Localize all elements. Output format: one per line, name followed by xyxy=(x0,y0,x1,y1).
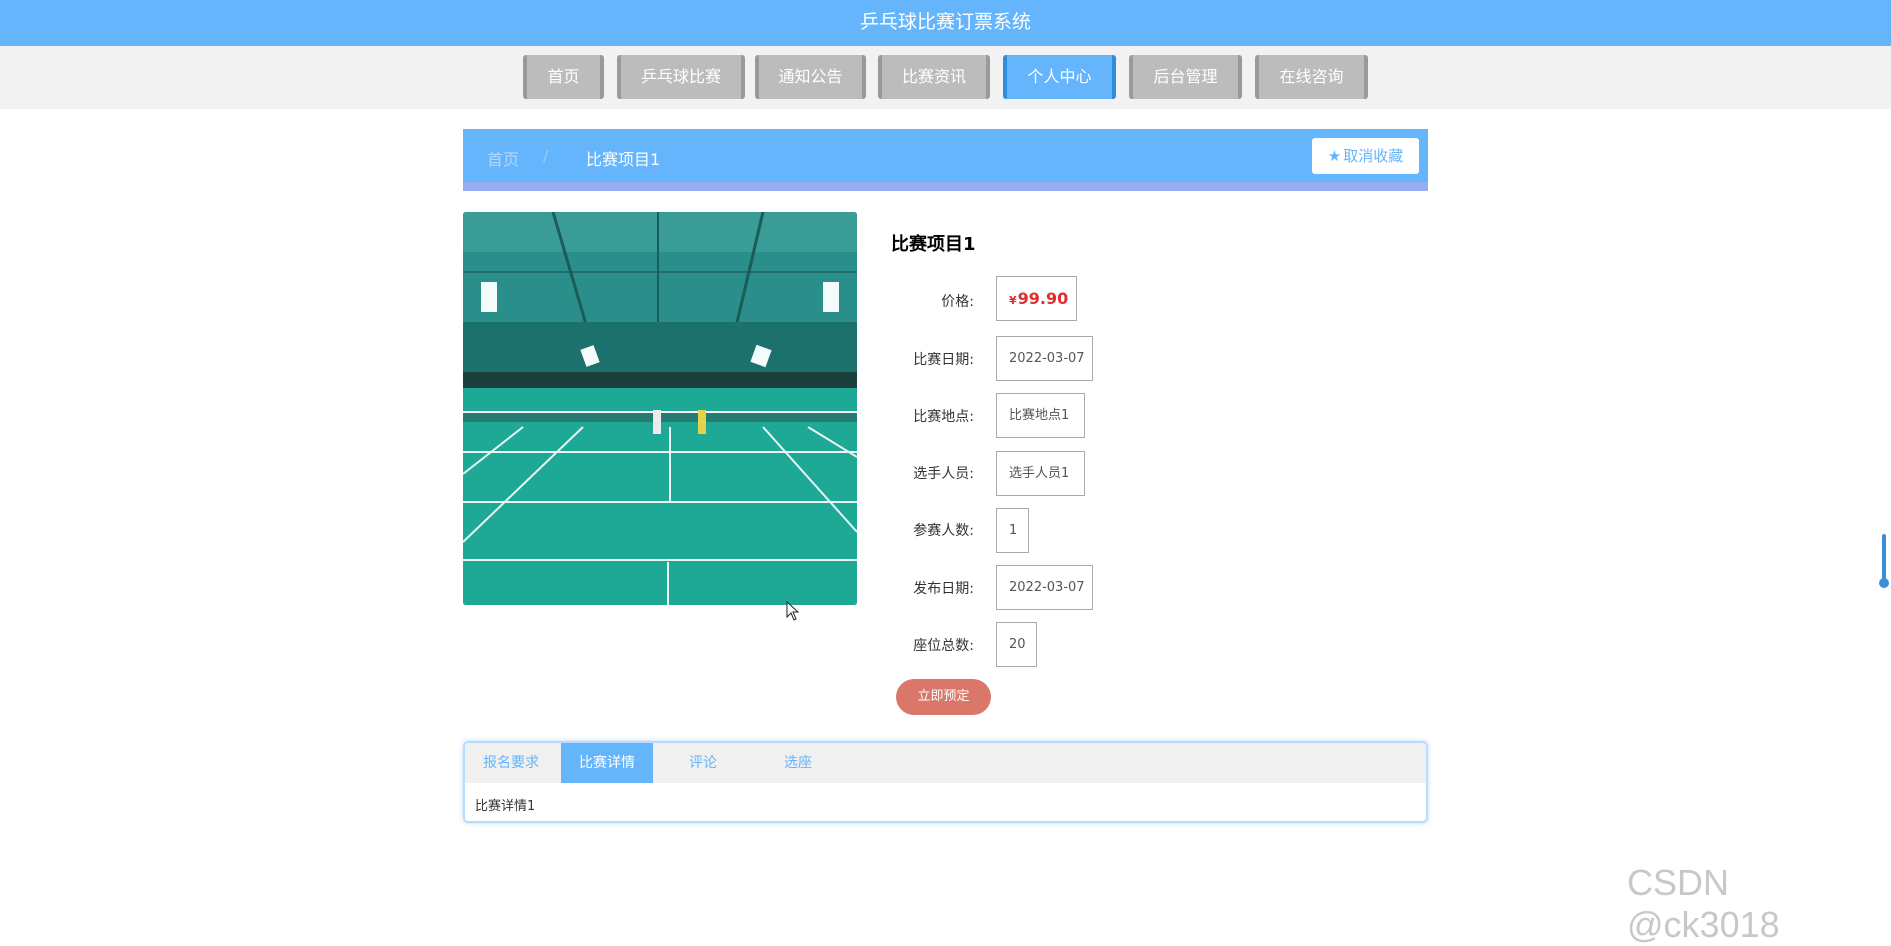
venue-value: 比赛地点1 xyxy=(996,393,1085,438)
tab-seat-selection[interactable]: 选座 xyxy=(752,743,844,783)
publish-date-value: 2022-03-07 xyxy=(996,565,1093,610)
tab-registration-requirements[interactable]: 报名要求 xyxy=(465,743,557,783)
product-title: 比赛项目1 xyxy=(891,234,976,255)
players-value: 选手人员1 xyxy=(996,451,1085,496)
tab-header: 报名要求 比赛详情 评论 选座 xyxy=(465,743,1426,783)
participants-label: 参赛人数: xyxy=(913,523,974,539)
header-bar: 乒乓球比赛订票系统 xyxy=(0,0,1891,46)
price-amount: 99.90 xyxy=(1017,289,1069,308)
participants-value: 1 xyxy=(996,508,1029,553)
unfavorite-button[interactable]: ★ 取消收藏 xyxy=(1312,138,1419,174)
price-label: 价格: xyxy=(941,294,974,310)
players-label: 选手人员: xyxy=(913,466,974,482)
price-value: ¥99.90 xyxy=(996,276,1077,321)
site-title: 乒乓球比赛订票系统 xyxy=(859,11,1031,33)
nav-item-matches[interactable]: 乒乓球比赛 xyxy=(617,55,745,99)
book-now-button[interactable]: 立即预定 xyxy=(896,679,991,715)
publish-date-label: 发布日期: xyxy=(913,581,974,597)
nav-item-notices[interactable]: 通知公告 xyxy=(755,55,866,99)
currency-symbol: ¥ xyxy=(1009,294,1017,307)
match-date-label: 比赛日期: xyxy=(913,352,974,368)
watermark: CSDN @ck3018 xyxy=(1627,862,1780,945)
breadcrumb-separator: / xyxy=(543,146,549,165)
total-seats-value: 20 xyxy=(996,622,1037,667)
nav-item-personal-center[interactable]: 个人中心 xyxy=(1003,55,1116,99)
scrollbar-knob[interactable] xyxy=(1879,578,1889,588)
product-image xyxy=(463,212,857,605)
venue-label: 比赛地点: xyxy=(913,409,974,425)
nav-item-news[interactable]: 比赛资讯 xyxy=(878,55,990,99)
nav-item-home[interactable]: 首页 xyxy=(523,55,604,99)
nav-item-admin[interactable]: 后台管理 xyxy=(1129,55,1242,99)
detail-tabs: 报名要求 比赛详情 评论 选座 比赛详情1 xyxy=(463,741,1428,823)
match-date-value: 2022-03-07 xyxy=(996,336,1093,381)
court-photo xyxy=(463,212,857,605)
breadcrumb-home-link[interactable]: 首页 xyxy=(487,146,519,170)
mouse-pointer-icon xyxy=(786,601,800,621)
unfavorite-label: 取消收藏 xyxy=(1343,147,1404,165)
page-scrollbar[interactable] xyxy=(1882,534,1886,584)
tab-comments[interactable]: 评论 xyxy=(657,743,749,783)
star-icon: ★ xyxy=(1327,147,1342,165)
nav-item-consult[interactable]: 在线咨询 xyxy=(1255,55,1368,99)
breadcrumb-current: 比赛项目1 xyxy=(586,150,661,169)
total-seats-label: 座位总数: xyxy=(913,638,974,654)
breadcrumb: 首页 / 比赛项目1 ★ 取消收藏 xyxy=(463,129,1428,191)
tab-content: 比赛详情1 xyxy=(475,799,536,814)
tab-match-details[interactable]: 比赛详情 xyxy=(561,743,653,783)
